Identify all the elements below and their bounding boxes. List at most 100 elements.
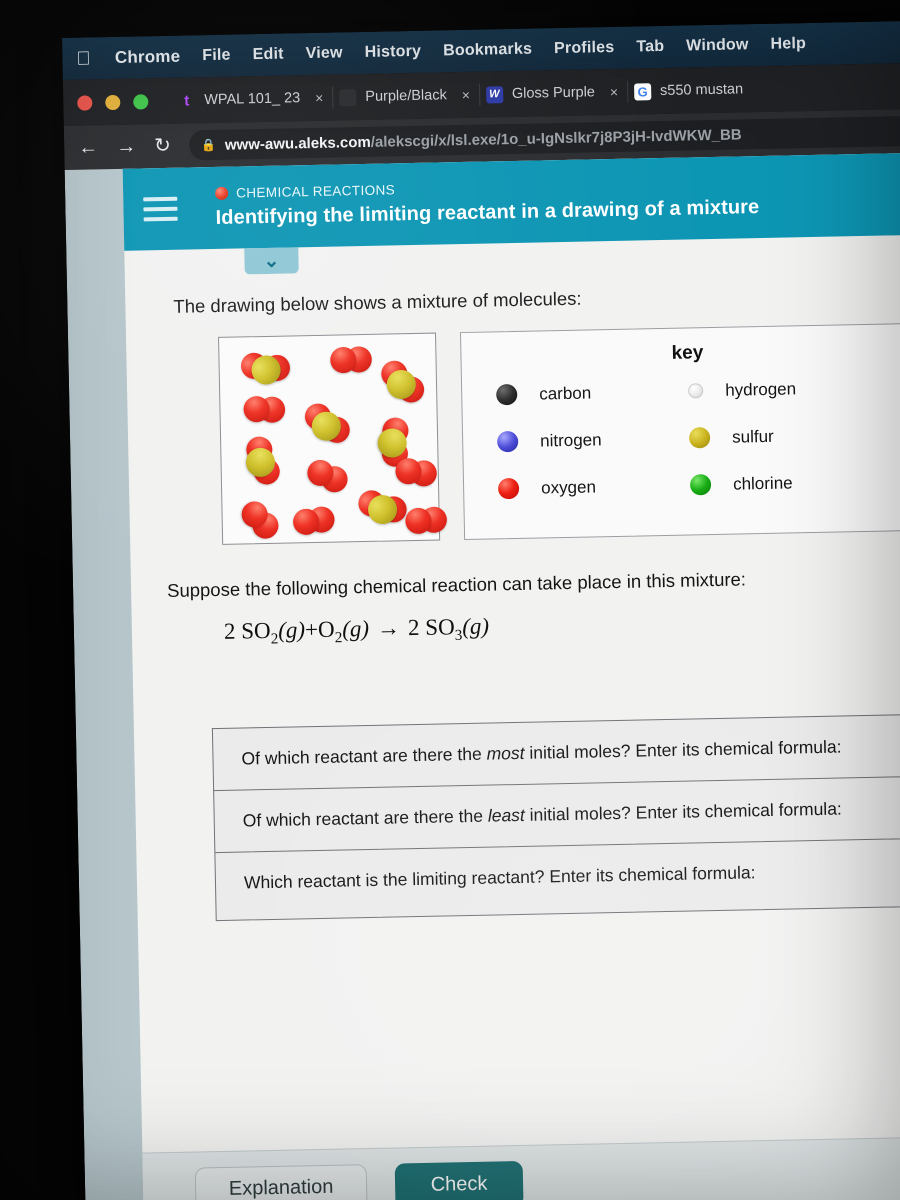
tab-title: s550 mustan: [659, 81, 744, 100]
menu-item-edit[interactable]: Edit: [252, 46, 283, 65]
google-icon: G: [633, 82, 652, 101]
window-controls[interactable]: [77, 93, 149, 111]
lock-icon: 🔒: [200, 137, 217, 153]
question-emphasis: most: [486, 742, 525, 764]
url-domain: www-awu.aleks.com: [224, 133, 371, 154]
eq-reactant-2: O: [317, 616, 335, 642]
legend-grid: carbon hydrogen nitrogen sulfur oxygen c…: [478, 376, 900, 500]
back-icon[interactable]: ←: [78, 136, 98, 158]
close-tab-button[interactable]: ×: [462, 87, 471, 103]
legend-label: sulfur: [731, 426, 774, 447]
legend-label: hydrogen: [725, 378, 797, 400]
question-text-pre: Of which reactant are there the: [242, 805, 489, 831]
tab-title: Gloss Purple: [511, 84, 596, 102]
legend-label: carbon: [539, 382, 592, 403]
photo-of-screen:  Chrome File Edit View History Bookmark…: [0, 0, 900, 1200]
legend-key-box: key carbon hydrogen nitrogen sulfur oxyg…: [459, 322, 900, 541]
browser-tab[interactable]: W Gloss Purple ×: [479, 69, 628, 118]
eq-arrow: →: [376, 615, 401, 641]
legend-title: key: [671, 342, 704, 364]
chemical-equation: 2 SO2(g)+O2(g) → 2 SO3(g): [132, 604, 900, 651]
eq-plus: +: [304, 616, 319, 643]
laptop-screen:  Chrome File Edit View History Bookmark…: [62, 20, 900, 1200]
question-emphasis: least: [487, 804, 525, 826]
hydrogen-swatch-icon: [688, 383, 704, 399]
browser-tab[interactable]: G s550 mustan: [628, 66, 754, 115]
question-body: The drawing below shows a mixture of mol…: [124, 234, 900, 922]
legend-item-carbon: carbon: [496, 381, 688, 406]
menu-item-bookmarks[interactable]: Bookmarks: [443, 41, 532, 61]
molecule-so2: [236, 338, 297, 397]
address-bar[interactable]: 🔒 www-awu.aleks.com/alekscgi/x/lsl.exe/1…: [188, 115, 900, 161]
sulfur-swatch-icon: [688, 427, 711, 449]
browser-tab[interactable]: Purple/Black ×: [333, 72, 480, 121]
molecule-so2: [377, 358, 429, 408]
aleks-header: CHEMICAL REACTIONS Identifying the limit…: [122, 152, 900, 251]
eq-reactant-1: SO: [240, 617, 271, 644]
suppose-text: Suppose the following chemical reaction …: [166, 568, 747, 601]
legend-label: nitrogen: [539, 429, 602, 450]
eq-product-state: (g): [462, 613, 490, 640]
legend-label: oxygen: [540, 476, 597, 497]
eq-reactant-2-state: (g): [341, 615, 370, 642]
question-text-post: initial moles? Enter its chemical formul…: [524, 798, 842, 825]
eq-reactant-1-state: (g): [277, 617, 306, 643]
address-bar-url: www-awu.aleks.com/alekscgi/x/lsl.exe/1o_…: [225, 126, 742, 153]
eq-coeff-1: 2: [223, 618, 236, 644]
explanation-button[interactable]: Explanation: [194, 1163, 368, 1200]
tumblr-icon: t: [184, 91, 190, 110]
carbon-swatch-icon: [496, 383, 518, 406]
wheel-icon: W: [485, 85, 504, 104]
url-path: /alekscgi/x/lsl.exe/1o_u-IgNslkr7j8P3jH-…: [370, 125, 742, 151]
legend-item-oxygen: oxygen: [497, 474, 690, 500]
question-text-post: initial moles? Enter its chemical formul…: [524, 736, 842, 763]
eq-product: SO: [425, 614, 455, 640]
page-title: Identifying the limiting reactant in a d…: [215, 196, 760, 229]
menu-item-history[interactable]: History: [364, 43, 421, 62]
close-tab-button[interactable]: ×: [610, 84, 619, 100]
page-viewport: CHEMICAL REACTIONS Identifying the limit…: [64, 152, 900, 1200]
legend-item-sulfur: sulfur: [688, 424, 881, 449]
chlorine-swatch-icon: [689, 474, 712, 496]
molecule-o2: [326, 339, 380, 390]
legend-item-nitrogen: nitrogen: [496, 427, 689, 453]
reload-icon[interactable]: ↻: [154, 135, 171, 157]
dark-favicon-icon: [339, 88, 357, 106]
hamburger-icon[interactable]: [143, 196, 178, 222]
menu-item-view[interactable]: View: [305, 44, 342, 63]
menu-item-window[interactable]: Window: [686, 36, 749, 55]
question-text-pre: Which reactant is the limiting reactant?…: [243, 861, 756, 893]
forward-icon[interactable]: →: [116, 136, 136, 158]
molecule-o2: [237, 387, 293, 441]
close-window-button[interactable]: [77, 94, 93, 111]
browser-tab[interactable]: t WPAL 101_ 23 ×: [172, 75, 334, 124]
molecule-so2: [232, 431, 294, 492]
menu-item-help[interactable]: Help: [770, 35, 806, 54]
maximize-window-button[interactable]: [133, 93, 149, 110]
figure-row: key carbon hydrogen nitrogen sulfur oxyg…: [126, 322, 900, 546]
apple-icon[interactable]: : [76, 48, 91, 69]
molecule-o2: [401, 500, 454, 550]
page-column: CHEMICAL REACTIONS Identifying the limit…: [122, 152, 900, 1200]
question-text-pre: Of which reactant are there the: [241, 743, 487, 769]
minimize-window-button[interactable]: [105, 94, 121, 110]
molecule-so2: [304, 403, 352, 446]
close-tab-button[interactable]: ×: [315, 90, 324, 106]
oxygen-swatch-icon: [497, 477, 520, 500]
question-row-limiting[interactable]: Which reactant is the limiting reactant?…: [214, 836, 900, 921]
questions-table: Of which reactant are there the most ini…: [211, 712, 900, 921]
molecule-o2: [290, 501, 341, 548]
lead-text: The drawing below shows a mixture of mol…: [173, 287, 582, 317]
check-button[interactable]: Check: [394, 1160, 524, 1200]
menu-item-chrome[interactable]: Chrome: [115, 47, 181, 68]
molecule-drawing: [218, 332, 450, 548]
menu-item-file[interactable]: File: [202, 47, 231, 66]
red-bullet-icon: [215, 186, 229, 200]
eq-coeff-2: 2: [407, 614, 420, 641]
menu-item-tab[interactable]: Tab: [636, 38, 664, 57]
aleks-header-text: CHEMICAL REACTIONS Identifying the limit…: [215, 175, 760, 230]
menu-item-profiles[interactable]: Profiles: [554, 39, 615, 58]
tab-title: WPAL 101_ 23: [204, 90, 301, 109]
legend-item-chlorine: chlorine: [689, 471, 882, 496]
nitrogen-swatch-icon: [496, 430, 519, 453]
